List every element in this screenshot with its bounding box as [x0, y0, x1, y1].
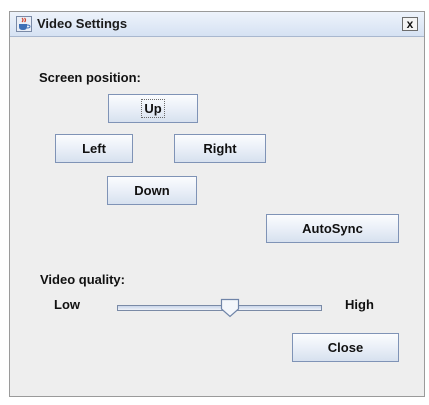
video-quality-label: Video quality:	[40, 272, 125, 287]
slider-thumb-icon[interactable]	[220, 298, 240, 318]
down-button-label: Down	[134, 183, 170, 198]
left-button-label: Left	[82, 141, 106, 156]
left-button[interactable]: Left	[55, 134, 133, 163]
video-settings-window: Video Settings x Screen position: Up Lef…	[9, 11, 425, 397]
quality-low-label: Low	[54, 297, 80, 312]
down-button[interactable]: Down	[107, 176, 197, 205]
title-bar[interactable]: Video Settings x	[10, 12, 424, 37]
right-button-label: Right	[203, 141, 237, 156]
up-button[interactable]: Up	[108, 94, 198, 123]
close-button-label: Close	[327, 340, 364, 355]
screen-position-label: Screen position:	[39, 70, 141, 85]
right-button[interactable]: Right	[174, 134, 266, 163]
autosync-button-label: AutoSync	[302, 221, 363, 236]
up-button-label: Up	[141, 99, 165, 118]
quality-high-label: High	[345, 297, 374, 312]
window-title: Video Settings	[37, 16, 128, 31]
autosync-button[interactable]: AutoSync	[266, 214, 399, 243]
close-icon[interactable]: x	[402, 17, 418, 31]
close-button[interactable]: Close	[292, 333, 399, 362]
java-cup-icon	[16, 16, 32, 32]
